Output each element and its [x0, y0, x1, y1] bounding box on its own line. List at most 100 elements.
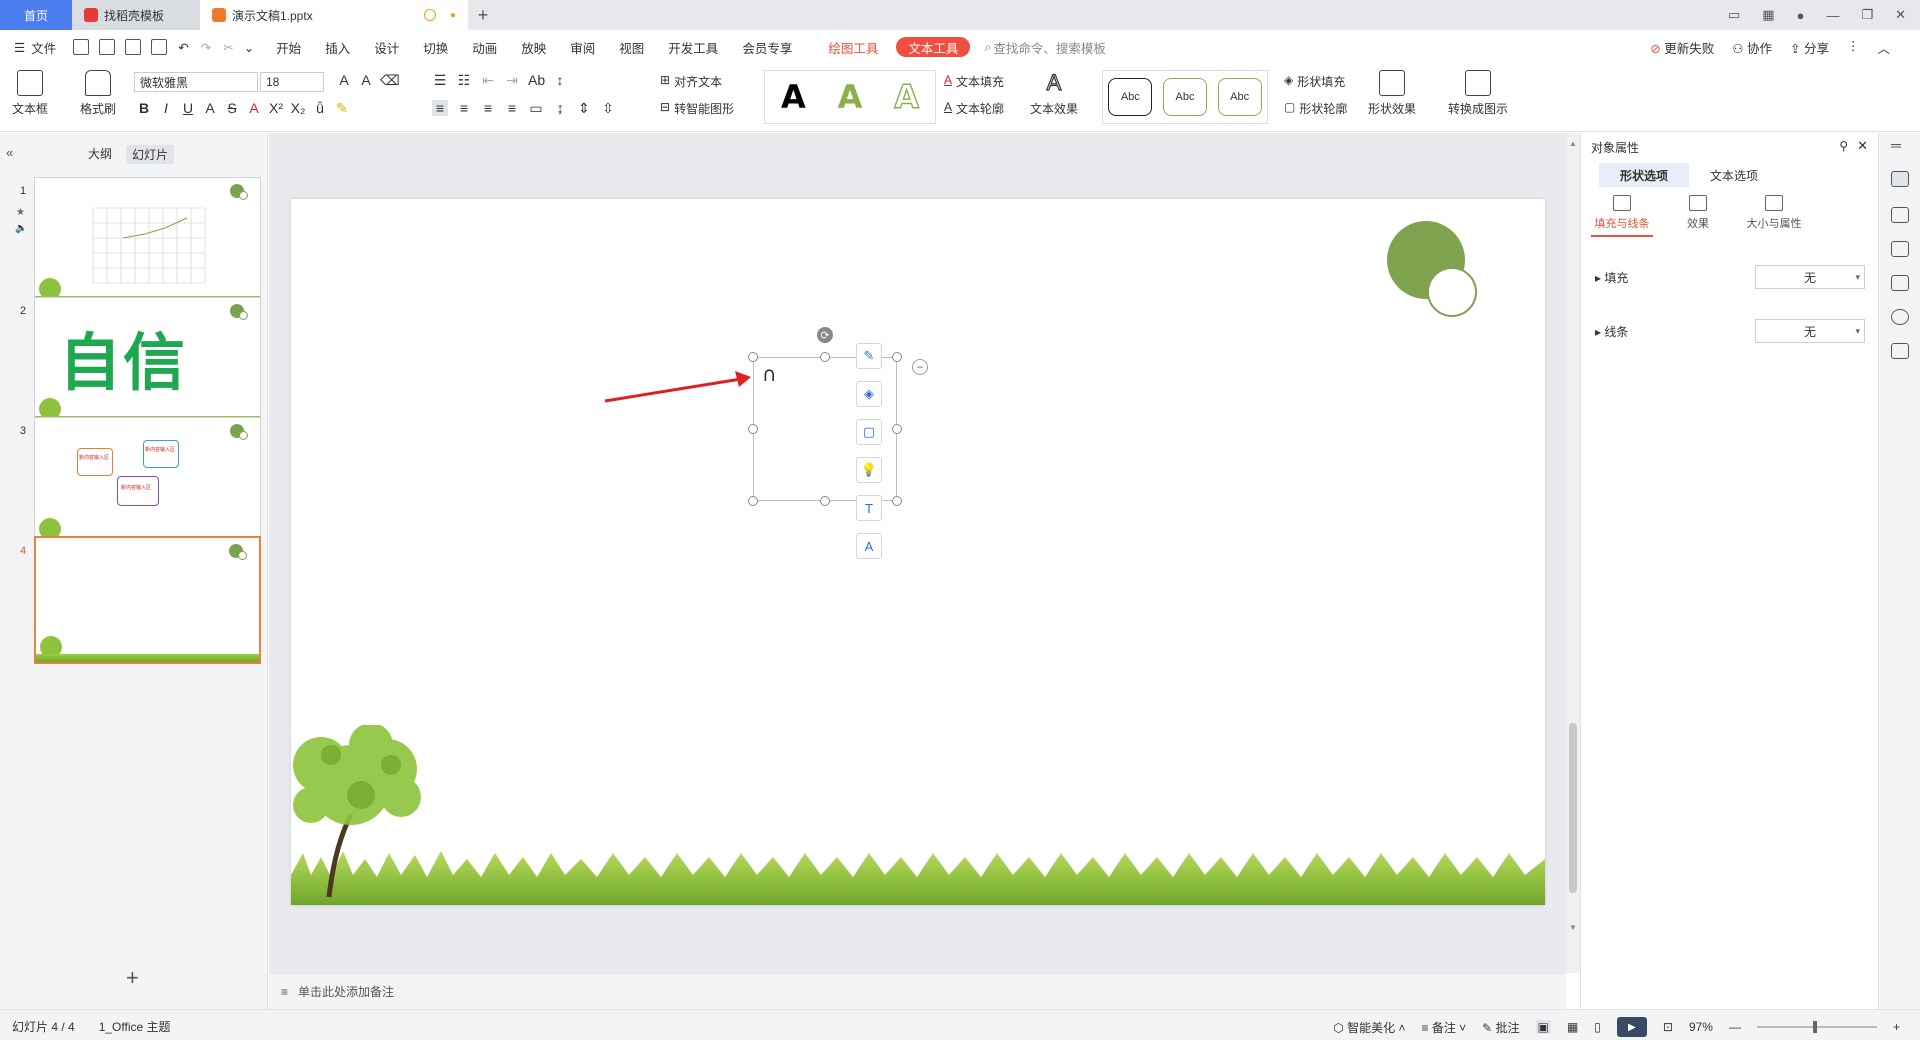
current-slide[interactable]: ∩ ⟳ −	[291, 199, 1545, 905]
subtab-size[interactable]: 大小与属性	[1743, 195, 1805, 237]
spacing-options-icon[interactable]: ⇳	[600, 100, 616, 116]
more-icon[interactable]: ⋮	[1847, 38, 1860, 57]
textbox-content[interactable]: ∩	[762, 362, 777, 386]
fill-select[interactable]: 无	[1755, 265, 1865, 289]
bold-icon[interactable]: B	[136, 100, 152, 116]
close-button[interactable]: ✕	[1895, 7, 1906, 23]
line-spacing-icon[interactable]: ↨	[552, 100, 568, 116]
collapse-ribbon-icon[interactable]: ︿	[1877, 38, 1890, 57]
save-icon[interactable]	[73, 39, 90, 55]
zoom-slider-thumb[interactable]	[1812, 1021, 1817, 1033]
text-wrap-icon[interactable]: A	[856, 533, 882, 559]
rotate-handle-icon[interactable]: ⟳	[817, 327, 833, 343]
new-tab-button[interactable]: +	[468, 0, 498, 30]
shape-outline-button[interactable]: ▢ 形状轮廓	[1284, 100, 1347, 117]
text-fill-button[interactable]: A 文本填充	[944, 73, 1004, 90]
zoom-level[interactable]: 97%	[1689, 1020, 1713, 1034]
scroll-up-icon[interactable]: ▲	[1569, 139, 1577, 148]
numbered-list-icon[interactable]: ☷	[456, 72, 472, 88]
avatar[interactable]: ●	[1797, 8, 1805, 23]
scroll-thumb[interactable]	[1569, 723, 1577, 893]
slides-tool-icon[interactable]	[1891, 241, 1909, 257]
font-color-icon[interactable]: A	[246, 100, 262, 116]
tab-home[interactable]: 首页	[0, 0, 72, 30]
highlight-icon[interactable]: ✎	[334, 100, 350, 116]
clear-format-icon[interactable]: ✂	[223, 40, 233, 55]
add-slide-button[interactable]: +	[126, 965, 139, 991]
line-label[interactable]: ▸ 线条	[1595, 323, 1755, 340]
slide-thumbnail-1[interactable]	[34, 177, 261, 305]
menu-transition[interactable]: 切换	[411, 30, 460, 64]
justify-icon[interactable]: ≡	[504, 100, 520, 116]
comments-button[interactable]: ✎ 批注	[1482, 1019, 1519, 1036]
outline-icon[interactable]: ▢	[856, 419, 882, 445]
wordart-style-green[interactable]: A	[838, 78, 863, 116]
textbox-button[interactable]: 文本框	[12, 70, 48, 117]
shape-style-1[interactable]: Abc	[1108, 78, 1153, 116]
zoom-out-icon[interactable]: —	[1729, 1020, 1741, 1034]
text-box-tool-icon[interactable]: T	[856, 495, 882, 521]
eraser-icon[interactable]: ⌫	[380, 72, 400, 88]
resize-handle[interactable]	[748, 424, 758, 434]
superscript-icon[interactable]: X²	[268, 100, 284, 116]
text-effect-button[interactable]: A 文本效果	[1030, 69, 1078, 117]
shape-fill-button[interactable]: ◈ 形状填充	[1284, 73, 1345, 90]
tab-outline[interactable]: 大纲	[88, 145, 112, 164]
notes-bar[interactable]: ≡ 单击此处添加备注	[269, 973, 1566, 1009]
pin-tool-icon[interactable]	[1891, 207, 1909, 223]
preview-icon[interactable]	[151, 39, 168, 55]
resize-handle[interactable]	[892, 352, 902, 362]
fit-icon[interactable]: ⊡	[1663, 1020, 1673, 1034]
pane-title[interactable]: 对象属性	[1591, 139, 1639, 156]
menu-text-tools[interactable]: 文本工具	[896, 37, 971, 57]
reading-view-icon[interactable]: ▯	[1594, 1020, 1601, 1034]
decrease-indent-icon[interactable]: ⇤	[480, 72, 496, 88]
update-failed-button[interactable]: ⊘ 更新失败	[1650, 38, 1714, 57]
resize-handle[interactable]	[892, 424, 902, 434]
share-button[interactable]: ⇪ 分享	[1790, 38, 1829, 57]
bullet-list-icon[interactable]: ☰	[432, 72, 448, 88]
pin-icon[interactable]: ⚲	[1839, 139, 1848, 153]
smart-beautify-button[interactable]: ⬡ 智能美化 ˄	[1333, 1019, 1405, 1036]
hamburger-icon[interactable]: ☰	[14, 40, 25, 55]
font-size-select[interactable]: 18	[260, 72, 324, 92]
collapse-pane-icon[interactable]: «	[6, 145, 13, 160]
align-center-icon[interactable]: ≡	[456, 100, 472, 116]
italic-icon[interactable]: I	[158, 100, 174, 116]
properties-icon[interactable]	[1891, 171, 1909, 187]
resize-handle[interactable]	[748, 352, 758, 362]
slide-thumbnail-3[interactable]: 新内容输入区 新内容输入区 新内容输入区	[34, 417, 261, 545]
underline-icon[interactable]: U	[180, 100, 196, 116]
sort-icon[interactable]: ↕	[552, 72, 568, 88]
command-search[interactable]: 查找命令、搜索模板	[993, 38, 1106, 57]
export-icon[interactable]	[99, 39, 116, 55]
collapse-toolbar-icon[interactable]: −	[912, 359, 928, 375]
menu-developer[interactable]: 开发工具	[656, 30, 730, 64]
idea-bulb-icon[interactable]: 💡	[856, 457, 882, 483]
wordart-style-black[interactable]: A	[781, 78, 806, 116]
vertical-scrollbar[interactable]: ▲ ▼	[1566, 133, 1580, 973]
undo-icon[interactable]: ↶	[178, 40, 188, 55]
menu-file[interactable]: 文件	[29, 30, 68, 64]
text-outline-button[interactable]: A 文本轮廓	[944, 100, 1004, 117]
menu-view[interactable]: 视图	[607, 30, 656, 64]
zoom-in-icon[interactable]: +	[1893, 1020, 1900, 1034]
tab-document[interactable]: 演示文稿1.pptx ●	[200, 0, 468, 30]
resize-handle[interactable]	[892, 496, 902, 506]
tab-shape-options[interactable]: 形状选项	[1599, 163, 1689, 187]
collaborate-button[interactable]: ⚇ 协作	[1732, 38, 1772, 57]
align-text-button[interactable]: ⊞ 对齐文本	[660, 73, 722, 90]
line-select[interactable]: 无	[1755, 319, 1865, 343]
menu-member[interactable]: 会员专享	[730, 30, 804, 64]
resize-handle[interactable]	[820, 496, 830, 506]
subtab-fill-line[interactable]: 填充与线条	[1591, 195, 1653, 237]
convert-diagram-button[interactable]: 转换成图示	[1448, 70, 1508, 117]
menu-slideshow[interactable]: 放映	[509, 30, 558, 64]
subtab-effect[interactable]: 效果	[1667, 195, 1729, 237]
quick-more-icon[interactable]: ⌄	[244, 40, 254, 55]
zoom-slider[interactable]	[1756, 1021, 1877, 1033]
menu-animation[interactable]: 动画	[460, 30, 509, 64]
resize-handle[interactable]	[820, 352, 830, 362]
resize-handle[interactable]	[748, 496, 758, 506]
image-tool-icon[interactable]	[1891, 275, 1909, 291]
